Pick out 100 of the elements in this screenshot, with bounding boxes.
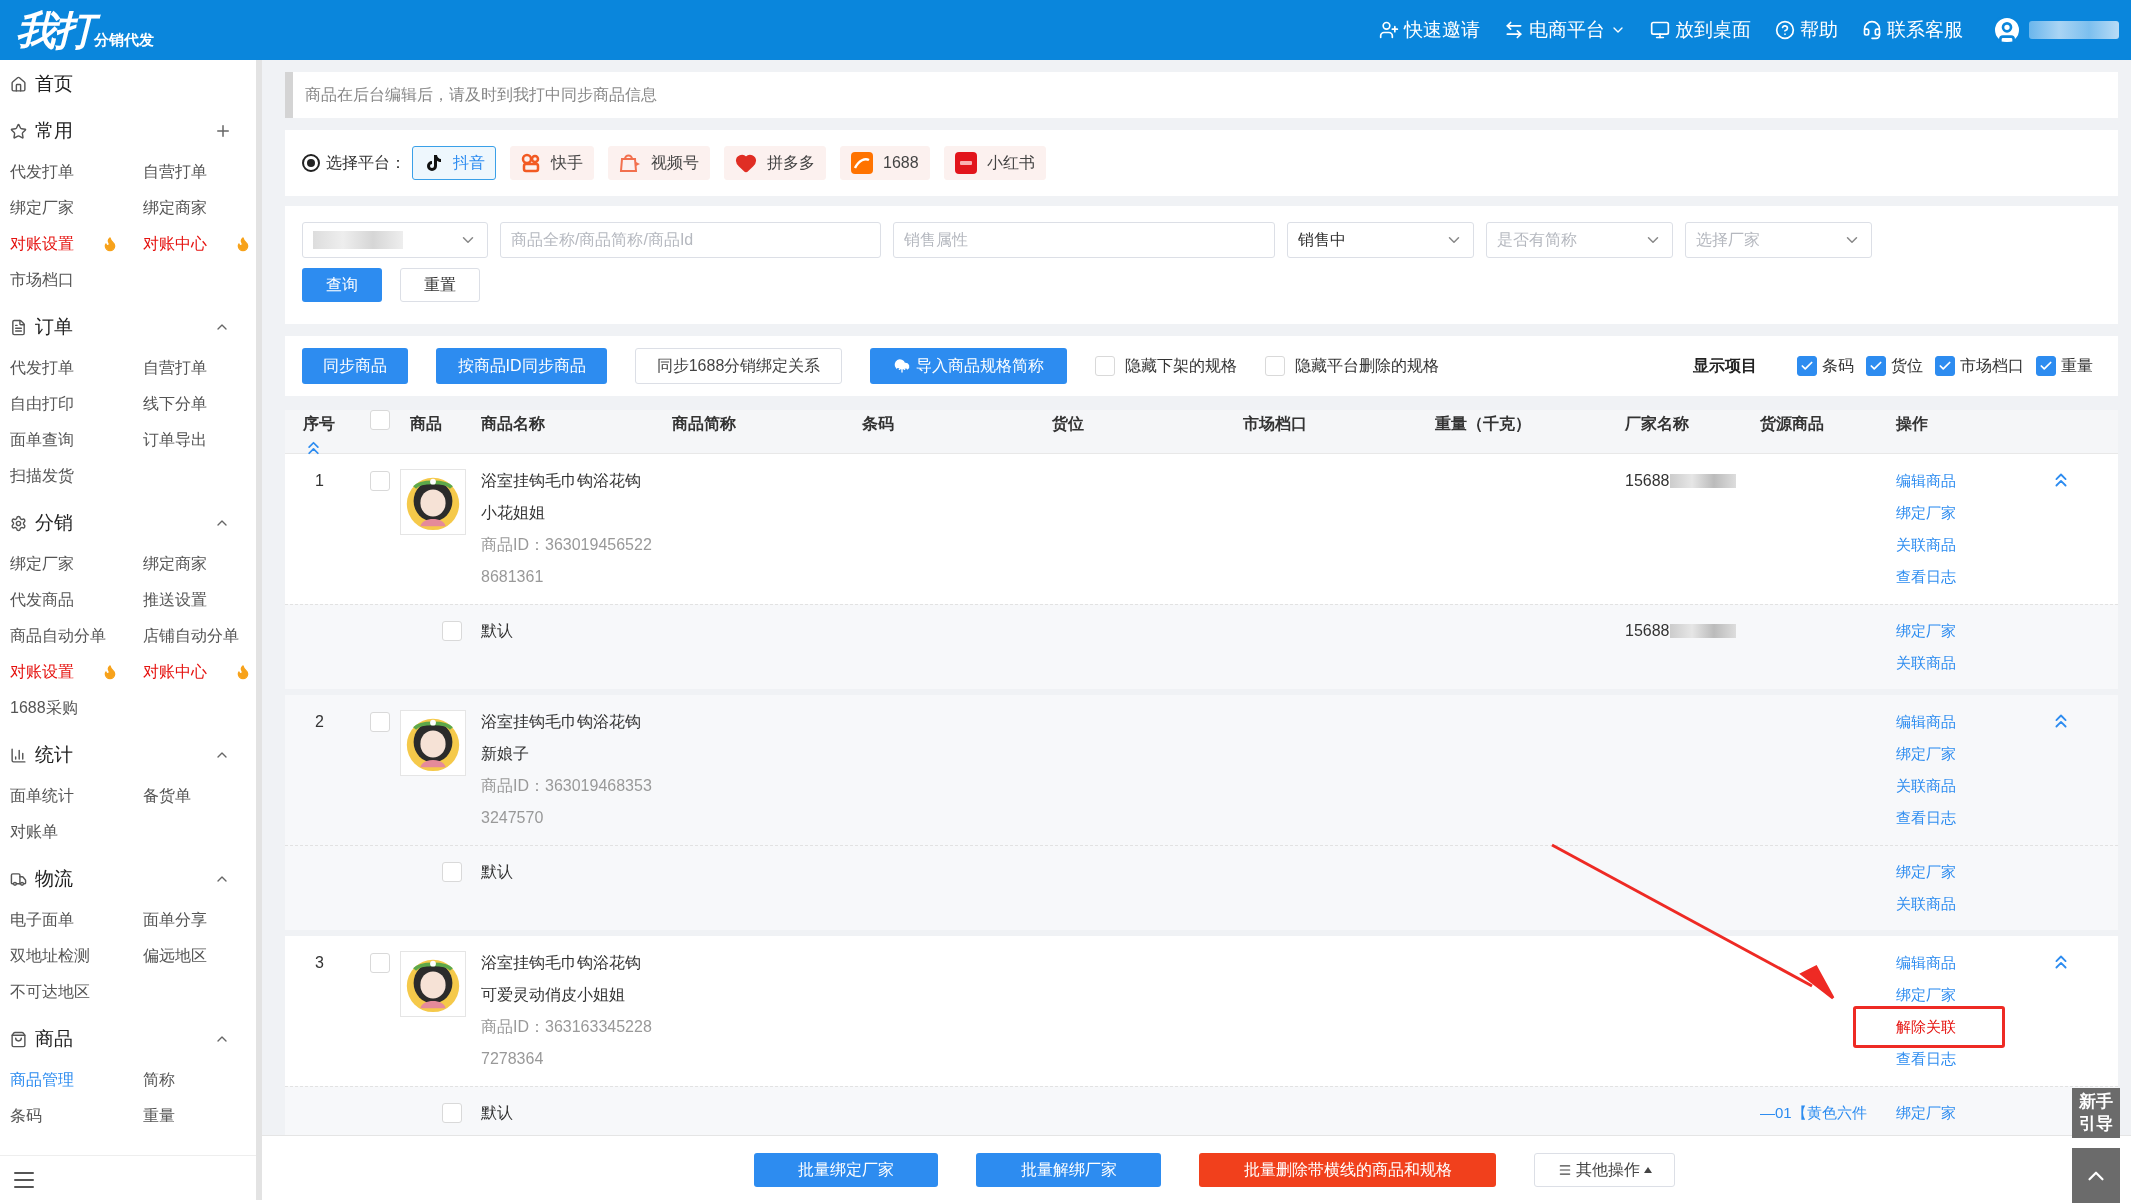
sidebar-item[interactable]: 绑定商家 xyxy=(143,196,207,220)
platform-tab[interactable]: 快手 xyxy=(510,146,594,180)
section-title[interactable]: 物流 xyxy=(35,864,214,894)
checkbox[interactable] xyxy=(2036,356,2056,376)
flame-icon xyxy=(102,664,118,680)
sidebar-item[interactable]: 店铺自动分单 xyxy=(143,624,239,648)
column-header: 商品名称 xyxy=(481,414,545,432)
checkbox-label[interactable]: 重量 xyxy=(2061,354,2093,378)
sidebar-item[interactable]: 线下分单 xyxy=(143,392,207,416)
sidebar-item[interactable]: 双地址检测 xyxy=(10,944,90,968)
upload-icon xyxy=(893,358,910,374)
toolbar-button[interactable]: 同步1688分销绑定关系 xyxy=(635,348,842,384)
guide-button[interactable]: 新手 引导 xyxy=(2072,1088,2120,1138)
sidebar-item[interactable]: 扫描发货 xyxy=(10,464,74,488)
sidebar-item[interactable]: 对账设置 xyxy=(10,660,74,684)
add-icon[interactable] xyxy=(214,122,232,140)
action-link[interactable]: 查看日志 xyxy=(1896,561,1956,593)
platform-tab[interactable]: 拼多多 xyxy=(724,146,826,180)
sidebar-item[interactable]: 对账中心 xyxy=(143,660,207,684)
headset-icon xyxy=(1862,20,1882,40)
sidebar-item[interactable]: 自由打印 xyxy=(10,392,74,416)
checkbox[interactable] xyxy=(1866,356,1886,376)
sidebar-item[interactable]: 自营打单 xyxy=(143,160,207,184)
sidebar-item[interactable]: 电子面单 xyxy=(10,908,74,932)
sidebar-item[interactable]: 推送设置 xyxy=(143,588,207,612)
section-title[interactable]: 统计 xyxy=(35,740,214,770)
sidebar-item[interactable]: 对账设置 xyxy=(10,232,74,256)
circles-icon xyxy=(521,153,541,173)
display-label: 显示项目 xyxy=(1693,356,1757,376)
select-field[interactable] xyxy=(302,222,488,258)
action-link[interactable]: 解除关联 xyxy=(1896,1011,1956,1043)
row-index: 1 xyxy=(315,472,324,489)
header-link[interactable]: 电商平台 xyxy=(1504,15,1626,45)
platform-tab[interactable]: 视频号 xyxy=(608,146,710,180)
table-row[interactable]: 2 浴室挂钩毛巾钩浴花钩 新娘子 商品ID：363019468353 3247570 编辑商品 绑定厂家 关联商品 查看日志 xyxy=(285,695,2118,845)
monitor-icon xyxy=(1650,20,1670,40)
sidebar-item[interactable]: 偏远地区 xyxy=(143,944,207,968)
action-link[interactable]: 编辑商品 xyxy=(1896,465,1956,497)
checkbox-label[interactable]: 隐藏平台删除的规格 xyxy=(1295,354,1439,378)
sidebar-item[interactable]: 商品管理 xyxy=(10,1068,74,1092)
sidebar-item[interactable]: 对账单 xyxy=(10,820,58,844)
section-title[interactable]: 订单 xyxy=(35,312,214,342)
sidebar-item[interactable]: 对账中心 xyxy=(143,232,207,256)
header-link[interactable]: 联系客服 xyxy=(1862,15,1963,45)
header-link[interactable]: 放到桌面 xyxy=(1650,15,1751,45)
platform-tab[interactable]: 小红书 xyxy=(943,146,1046,180)
section-title[interactable]: 分销 xyxy=(35,508,214,538)
header-link[interactable]: 快速邀请 xyxy=(1379,15,1480,45)
sidebar-item[interactable]: 1688采购 xyxy=(10,696,78,720)
action-link[interactable]: 查看日志 xyxy=(1896,1043,1956,1075)
sidebar-item[interactable]: 市场档口 xyxy=(10,268,74,292)
notice-text: 商品在后台编辑后，请及时到我打中同步商品信息 xyxy=(305,85,657,105)
sidebar-item[interactable]: 重量 xyxy=(143,1104,175,1128)
sidebar-item[interactable]: 代发打单 xyxy=(10,356,74,380)
sidebar-item[interactable]: 绑定厂家 xyxy=(10,552,74,576)
checkbox-label[interactable]: 市场档口 xyxy=(1960,354,2024,378)
table-row[interactable]: 3 浴室挂钩毛巾钩浴花钩 可爱灵动俏皮小姐姐 商品ID：363163345228 7278364 编辑商品 绑定厂家 解除关联 查看日志 xyxy=(285,936,2118,1086)
action-link[interactable]: 绑定厂家 xyxy=(1896,979,1956,1011)
sidebar-item[interactable]: 备货单 xyxy=(143,784,191,808)
checkbox-label[interactable]: 条码 xyxy=(1822,354,1854,378)
checkbox-label[interactable]: 隐藏下架的规格 xyxy=(1125,354,1237,378)
header-link[interactable]: 帮助 xyxy=(1775,15,1838,45)
sidebar-item[interactable]: 绑定厂家 xyxy=(10,196,74,220)
sidebar-item[interactable]: 代发打单 xyxy=(10,160,74,184)
action-link[interactable]: 绑定厂家 xyxy=(1896,497,1956,529)
row-index: 2 xyxy=(315,713,324,730)
table-row[interactable]: 1 浴室挂钩毛巾钩浴花钩 小花姐姐 商品ID：363019456522 8681361 15688 编辑商品 绑定厂家 关联商品 查看日志 xyxy=(285,454,2118,604)
sidebar-item[interactable]: 自营打单 xyxy=(143,356,207,380)
product-id: 商品ID：363163345228 xyxy=(481,1017,652,1037)
action-link[interactable]: 编辑商品 xyxy=(1896,947,1956,979)
checkbox[interactable] xyxy=(1935,356,1955,376)
radio-button[interactable] xyxy=(302,154,320,172)
checkmark-icon xyxy=(1800,359,1814,373)
select-field[interactable]: 销售中 xyxy=(1287,222,1474,258)
bar-chart-icon xyxy=(10,746,27,764)
sidebar-item[interactable]: 简称 xyxy=(143,1068,175,1092)
sidebar-item[interactable]: 面单查询 xyxy=(10,428,74,452)
back-to-top-button[interactable] xyxy=(2072,1148,2120,1203)
section-title[interactable]: 常用 xyxy=(35,116,214,146)
sidebar-item[interactable]: 面单分享 xyxy=(143,908,207,932)
sidebar-item[interactable]: 绑定商家 xyxy=(143,552,207,576)
reset-button[interactable]: 重置 xyxy=(400,268,480,302)
action-link[interactable]: 关联商品 xyxy=(1896,529,1956,561)
checkbox[interactable] xyxy=(1797,356,1817,376)
sidebar-item[interactable]: 条码 xyxy=(10,1104,42,1128)
more-actions-button[interactable]: 其他操作 xyxy=(1534,1152,1675,1187)
sidebar-item[interactable]: 不可达地区 xyxy=(10,980,90,1004)
sidebar-item[interactable]: 订单导出 xyxy=(143,428,207,452)
section-title[interactable]: 商品 xyxy=(35,1024,214,1054)
sidebar-item[interactable]: 商品自动分单 xyxy=(10,624,106,648)
menu-icon xyxy=(1557,1162,1572,1177)
logo[interactable]: 我打分销代发 xyxy=(16,8,154,52)
sidebar-item[interactable]: 代发商品 xyxy=(10,588,74,612)
platform-tab[interactable]: 1688 xyxy=(840,146,930,180)
checkbox-label[interactable]: 货位 xyxy=(1891,354,1923,378)
sidebar-item[interactable]: 首页 xyxy=(35,69,73,99)
bulk-action-button[interactable]: 批量删除带横线的商品和规格 xyxy=(1199,1152,1496,1187)
sidebar-item[interactable]: 面单统计 xyxy=(10,784,74,808)
scrollbar[interactable] xyxy=(256,60,262,1200)
star-icon xyxy=(10,122,27,140)
